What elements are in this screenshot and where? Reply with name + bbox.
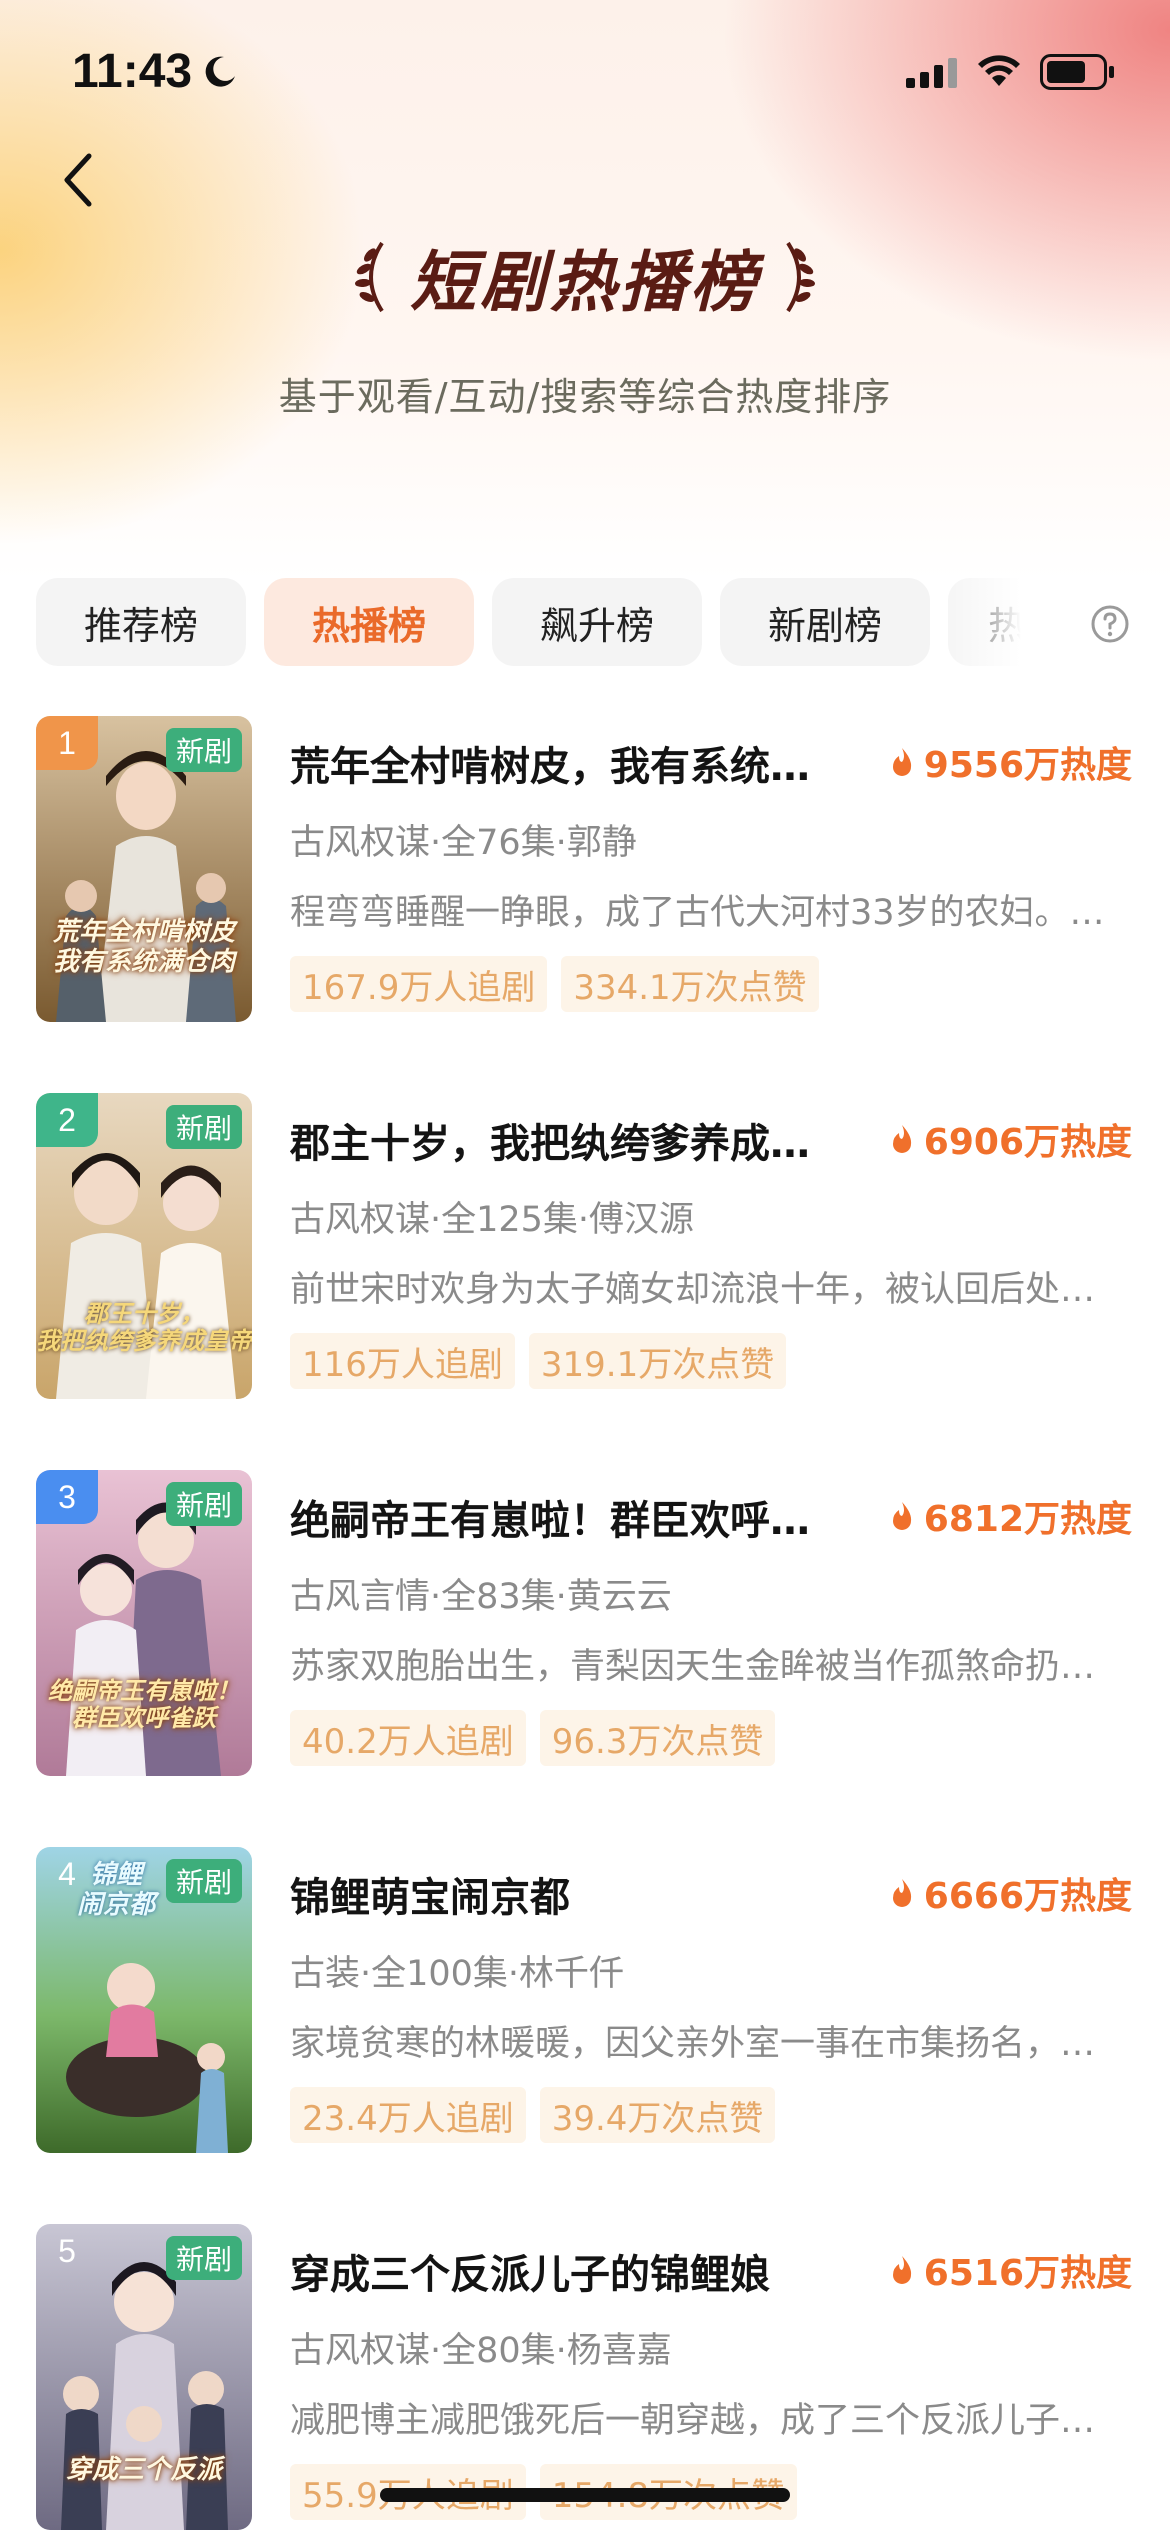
heat-score: 9556万热度 bbox=[890, 734, 1132, 790]
heat-score: 6666万热度 bbox=[890, 1865, 1132, 1921]
rank-badge: 2 bbox=[36, 1093, 98, 1147]
list-item[interactable]: 1 新剧 荒年全村啃树皮 我有系统满仓肉 荒年全村啃树皮，我有系统满仓肉 955… bbox=[0, 716, 1170, 1026]
wifi-icon bbox=[978, 55, 1020, 86]
heat-value: 6812万热度 bbox=[923, 1499, 1132, 1540]
drama-meta: 古风权谋·全125集·傅汉源 bbox=[290, 1200, 695, 1240]
followers-tag: 167.9万人追剧 bbox=[290, 956, 548, 1012]
poster-thumbnail[interactable]: 1 新剧 荒年全村啃树皮 我有系统满仓肉 bbox=[36, 716, 252, 1022]
laurel-right-icon bbox=[786, 241, 815, 313]
drama-stats: 167.9万人追剧 334.1万次点赞 bbox=[290, 956, 819, 1012]
status-bar: 11:43 bbox=[0, 0, 1170, 150]
drama-meta: 古装·全100集·林千仟 bbox=[290, 1954, 625, 1994]
new-badge: 新剧 bbox=[165, 2236, 242, 2280]
drama-stats: 116万人追剧 319.1万次点赞 bbox=[290, 1333, 787, 1389]
heat-value: 6516万热度 bbox=[923, 2253, 1132, 2294]
tab-new[interactable]: 新剧榜 bbox=[720, 578, 930, 666]
heat-value: 9556万热度 bbox=[923, 745, 1132, 786]
rank-badge: 1 bbox=[36, 716, 98, 770]
poster-thumbnail[interactable]: 5 新剧 穿成三个反派 bbox=[36, 2224, 252, 2530]
heat-score: 6516万热度 bbox=[890, 2242, 1132, 2298]
ranking-tabs: 推荐榜 热播榜 飙升榜 新剧榜 热 bbox=[36, 578, 1036, 668]
poster-caption: 锦鲤 闹京都 bbox=[76, 1860, 155, 1920]
poster-caption: 郡王十岁， 我把纨绔爹养成皇帝 bbox=[36, 1298, 252, 1356]
help-icon[interactable] bbox=[1090, 604, 1130, 644]
drama-stats: 23.4万人追剧 39.4万次点赞 bbox=[290, 2087, 776, 2143]
tab-recommended[interactable]: 推荐榜 bbox=[36, 578, 246, 666]
drama-title[interactable]: 绝嗣帝王有崽啦！群臣欢呼雀跃 bbox=[290, 1488, 810, 1546]
home-indicator[interactable] bbox=[380, 2488, 790, 2502]
followers-tag: 23.4万人追剧 bbox=[290, 2087, 526, 2143]
page-subtitle: 基于观看/互动/搜索等综合热度排序 bbox=[278, 375, 892, 419]
new-badge: 新剧 bbox=[165, 1859, 242, 1903]
rank-badge: 5 bbox=[58, 2232, 76, 2269]
moon-icon bbox=[205, 56, 235, 87]
rank-badge: 3 bbox=[36, 1470, 98, 1524]
drama-title[interactable]: 郡主十岁，我把纨绔爹养成皇帝 bbox=[290, 1111, 810, 1169]
tab-fade-overlay bbox=[936, 578, 1036, 668]
drama-title[interactable]: 穿成三个反派儿子的锦鲤娘 bbox=[290, 2242, 810, 2300]
followers-tag: 40.2万人追剧 bbox=[290, 1710, 526, 1766]
drama-title[interactable]: 荒年全村啃树皮，我有系统满仓肉 bbox=[290, 734, 810, 792]
new-badge: 新剧 bbox=[165, 728, 242, 772]
poster-caption: 穿成三个反派 bbox=[65, 2455, 222, 2486]
list-item[interactable]: 4 新剧 锦鲤 闹京都 锦鲤萌宝闹京都 6666万热度 古装·全100集·林千仟… bbox=[0, 1847, 1170, 2157]
heat-score: 6906万热度 bbox=[890, 1111, 1132, 1167]
drama-stats: 40.2万人追剧 96.3万次点赞 bbox=[290, 1710, 776, 1766]
flame-icon bbox=[892, 1879, 911, 1907]
drama-meta: 古风权谋·全76集·郭静 bbox=[290, 823, 637, 863]
drama-description: 减肥博主减肥饿死后一朝穿越，成了三个反派儿子的恶毒娘亲 bbox=[290, 2401, 1128, 2441]
likes-tag: 334.1万次点赞 bbox=[561, 956, 819, 1012]
likes-tag: 96.3万次点赞 bbox=[539, 1710, 776, 1766]
laurel-left-icon bbox=[355, 241, 384, 313]
heat-value: 6666万热度 bbox=[923, 1876, 1132, 1917]
status-time: 11:43 bbox=[72, 45, 193, 98]
heat-value: 6906万热度 bbox=[923, 1122, 1132, 1163]
poster-caption: 绝嗣帝王有崽啦！ 群臣欢呼雀跃 bbox=[48, 1675, 240, 1733]
tab-hot-playing[interactable]: 热播榜 bbox=[264, 578, 474, 666]
tab-rising[interactable]: 飙升榜 bbox=[492, 578, 702, 666]
likes-tag: 39.4万次点赞 bbox=[539, 2087, 776, 2143]
title-banner: 短剧热播榜 bbox=[0, 232, 1170, 322]
new-badge: 新剧 bbox=[165, 1105, 242, 1149]
poster-thumbnail[interactable]: 3 新剧 绝嗣帝王有崽啦！ 群臣欢呼雀跃 bbox=[36, 1470, 252, 1776]
drama-description: 前世宋时欢身为太子嫡女却流浪十年，被认回后处处受人排挤 bbox=[290, 1270, 1128, 1310]
heat-score: 6812万热度 bbox=[890, 1488, 1132, 1544]
list-item[interactable]: 3 新剧 绝嗣帝王有崽啦！ 群臣欢呼雀跃 绝嗣帝王有崽啦！群臣欢呼雀跃 6812… bbox=[0, 1470, 1170, 1780]
battery-icon bbox=[1040, 54, 1114, 90]
likes-tag: 319.1万次点赞 bbox=[528, 1333, 787, 1389]
page-title: 短剧热播榜 bbox=[410, 244, 760, 321]
followers-tag: 116万人追剧 bbox=[290, 1333, 515, 1389]
drama-meta: 古风权谋·全80集·杨喜嘉 bbox=[290, 2331, 672, 2371]
drama-description: 程弯弯睡醒一睁眼，成了古代大河村33岁的农妇。穿越第一天就遇上荒年 bbox=[290, 893, 1128, 933]
poster-thumbnail[interactable]: 4 新剧 锦鲤 闹京都 bbox=[36, 1847, 252, 2153]
drama-meta: 古风言情·全83集·黄云云 bbox=[290, 1577, 672, 1617]
flame-icon bbox=[892, 2256, 911, 2284]
poster-caption: 荒年全村啃树皮 我有系统满仓肉 bbox=[52, 917, 235, 978]
drama-description: 家境贫寒的林暖暖，因父亲外室一事在市集扬名，从此改变命运 bbox=[290, 2024, 1128, 2064]
back-button[interactable] bbox=[44, 145, 114, 215]
drama-title[interactable]: 锦鲤萌宝闹京都 bbox=[290, 1865, 810, 1923]
flame-icon bbox=[892, 1502, 911, 1530]
new-badge: 新剧 bbox=[165, 1482, 242, 1526]
drama-description: 苏家双胞胎出生，青梨因天生金眸被当作孤煞命扔出府门 bbox=[290, 1647, 1128, 1687]
poster-thumbnail[interactable]: 2 新剧 郡王十岁， 我把纨绔爹养成皇帝 bbox=[36, 1093, 252, 1399]
list-item[interactable]: 2 新剧 郡王十岁， 我把纨绔爹养成皇帝 郡主十岁，我把纨绔爹养成皇帝 6906… bbox=[0, 1093, 1170, 1403]
cellular-signal-icon bbox=[906, 58, 957, 88]
chevron-left-icon bbox=[64, 153, 92, 207]
list-item[interactable]: 5 新剧 穿成三个反派 穿成三个反派儿子的锦鲤娘 6516万热度 古风权谋·全8… bbox=[0, 2224, 1170, 2532]
flame-icon bbox=[892, 1125, 911, 1153]
flame-icon bbox=[892, 748, 911, 776]
